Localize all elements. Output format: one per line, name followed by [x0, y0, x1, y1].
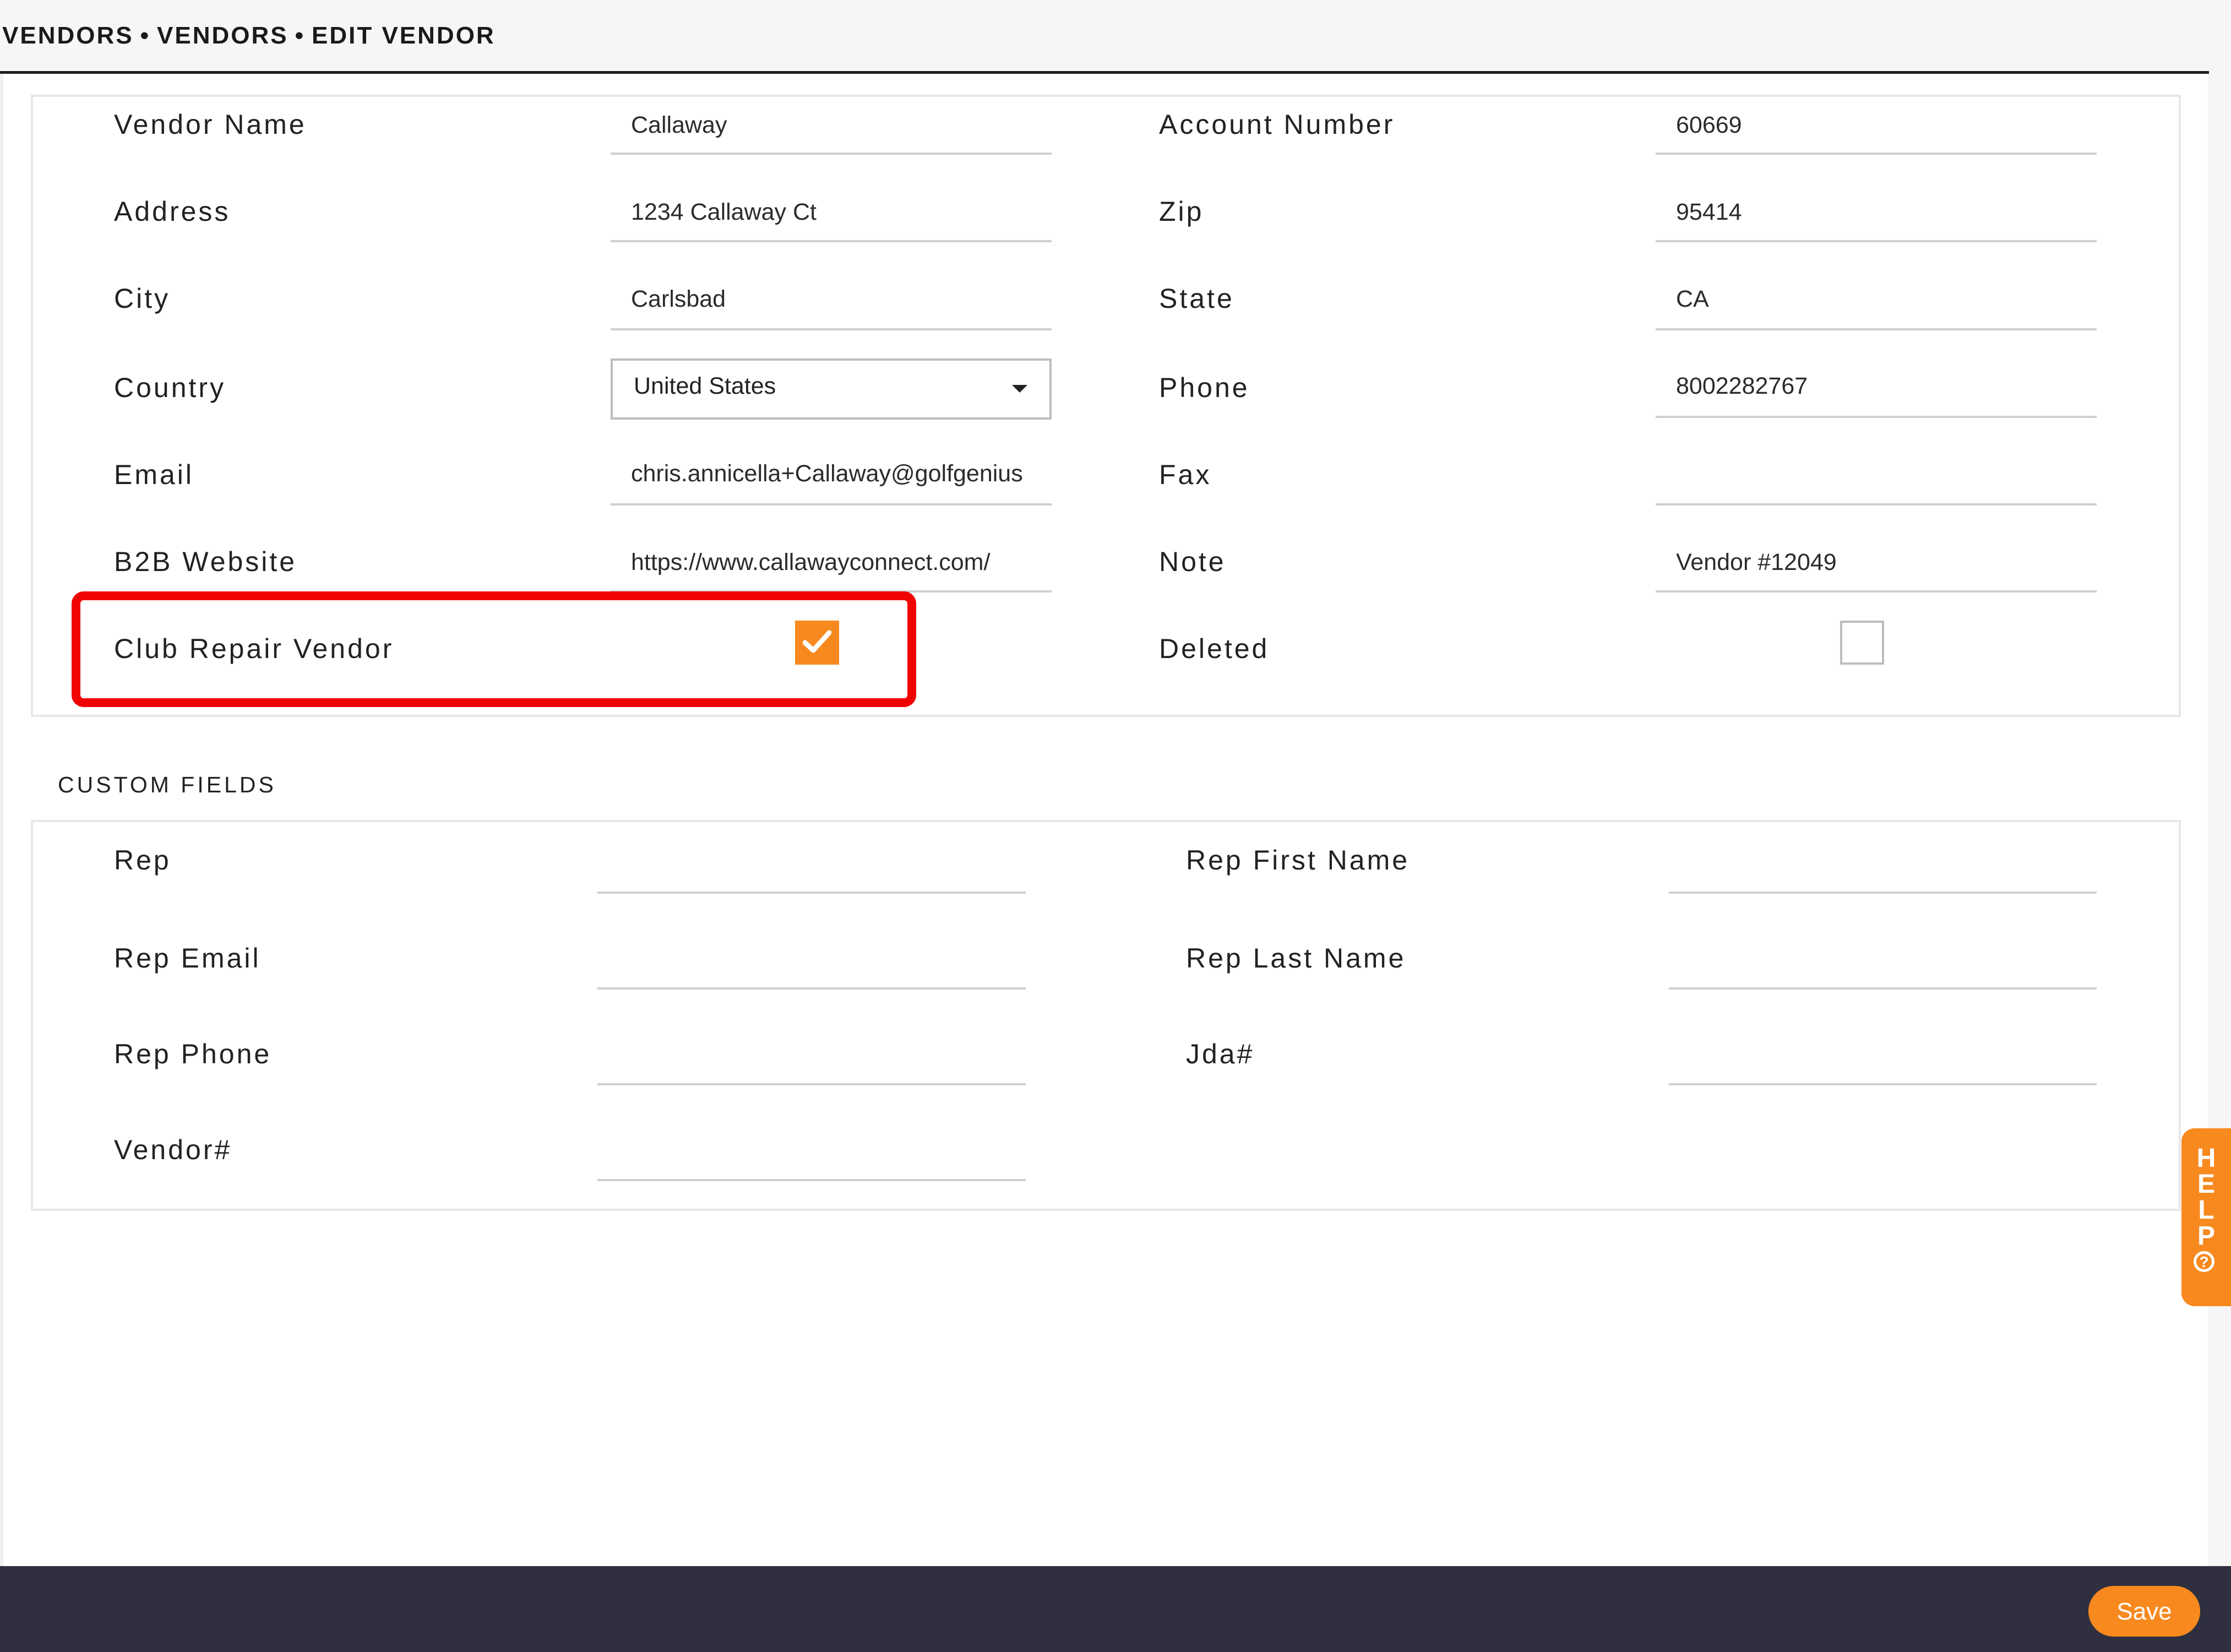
help-letter-h: H	[2196, 1144, 2216, 1173]
city-underline	[611, 328, 1052, 330]
rep-first-name-label: Rep First Name	[1186, 845, 1410, 876]
breadcrumb-item-vendors-2[interactable]: VENDORS	[157, 22, 289, 49]
state-underline	[1656, 328, 2097, 330]
rep-label: Rep	[114, 845, 171, 876]
rep-phone-underline	[597, 1083, 1026, 1085]
rep-email-label: Rep Email	[114, 943, 261, 974]
email-label: Email	[114, 459, 194, 490]
country-select[interactable]: United States	[611, 358, 1052, 420]
rep-last-name-underline	[1669, 987, 2097, 990]
email-input[interactable]: chris.annicella+Callaway@golfgenius	[631, 459, 1049, 488]
vendor-name-underline	[611, 153, 1052, 155]
country-label: Country	[114, 372, 226, 403]
address-underline	[611, 240, 1052, 242]
vendor-number-underline	[597, 1179, 1026, 1181]
phone-label: Phone	[1159, 372, 1250, 403]
rep-email-underline	[597, 987, 1026, 990]
breadcrumb-separator: •	[295, 22, 305, 49]
zip-underline	[1656, 240, 2097, 242]
city-label: City	[114, 283, 171, 314]
account-number-label: Account Number	[1159, 109, 1395, 140]
rep-underline	[597, 892, 1026, 894]
b2b-website-label: B2B Website	[114, 546, 297, 577]
note-label: Note	[1159, 546, 1226, 577]
breadcrumb-item-edit-vendor: EDIT VENDOR	[312, 22, 496, 49]
address-label: Address	[114, 196, 231, 227]
note-input[interactable]: Vendor #12049	[1676, 548, 2094, 577]
deleted-label: Deleted	[1159, 633, 1270, 664]
help-letter-e: E	[2197, 1170, 2215, 1199]
email-underline	[611, 503, 1052, 506]
highlight-annotation	[72, 591, 916, 707]
deleted-checkbox[interactable]	[1840, 621, 1884, 665]
state-input[interactable]: CA	[1676, 285, 2094, 313]
help-tab[interactable]: H E L P ?	[2181, 1128, 2231, 1306]
header-bar: VENDORS • VENDORS • EDIT VENDOR	[0, 0, 2231, 74]
city-input[interactable]: Carlsbad	[631, 285, 1049, 313]
help-letter-p: P	[2197, 1221, 2215, 1251]
country-selected-value: United States	[634, 373, 776, 399]
phone-input[interactable]: 8002282767	[1676, 372, 2094, 400]
breadcrumb-separator: •	[140, 22, 150, 49]
zip-label: Zip	[1159, 196, 1204, 227]
header-divider	[0, 71, 2209, 74]
jda-label: Jda#	[1186, 1039, 1255, 1069]
chevron-down-icon	[1012, 385, 1027, 393]
fax-underline	[1656, 503, 2097, 506]
edit-vendor-page: VENDORS • VENDORS • EDIT VENDOR Vendor Name …	[0, 0, 2231, 1652]
custom-fields-title: CUSTOM FIELDS	[58, 772, 276, 797]
help-letter-l: L	[2198, 1195, 2214, 1225]
custom-fields-card	[31, 820, 2181, 1211]
account-number-input[interactable]: 60669	[1676, 111, 2094, 139]
fax-label: Fax	[1159, 459, 1212, 490]
footer-bar	[0, 1566, 2231, 1652]
b2b-website-input[interactable]: https://www.callawayconnect.com/	[631, 548, 1049, 577]
rep-phone-label: Rep Phone	[114, 1039, 272, 1069]
jda-underline	[1669, 1083, 2097, 1085]
page-edge-right	[2208, 74, 2231, 1566]
breadcrumb: VENDORS • VENDORS • EDIT VENDOR	[2, 22, 496, 50]
rep-last-name-label: Rep Last Name	[1186, 943, 1406, 974]
save-button[interactable]: Save	[2088, 1586, 2200, 1637]
account-number-underline	[1656, 153, 2097, 155]
address-input[interactable]: 1234 Callaway Ct	[631, 198, 1049, 226]
note-underline	[1656, 590, 2097, 593]
page-edge-left	[0, 74, 3, 1566]
breadcrumb-item-vendors[interactable]: VENDORS	[2, 22, 134, 49]
phone-underline	[1656, 416, 2097, 418]
state-label: State	[1159, 283, 1234, 314]
vendor-number-label: Vendor#	[114, 1134, 232, 1165]
zip-input[interactable]: 95414	[1676, 198, 2094, 226]
vendor-name-input[interactable]: Callaway	[631, 111, 1049, 139]
question-circle-icon: ?	[2194, 1251, 2214, 1272]
rep-first-name-underline	[1669, 892, 2097, 894]
vendor-name-label: Vendor Name	[114, 109, 307, 140]
